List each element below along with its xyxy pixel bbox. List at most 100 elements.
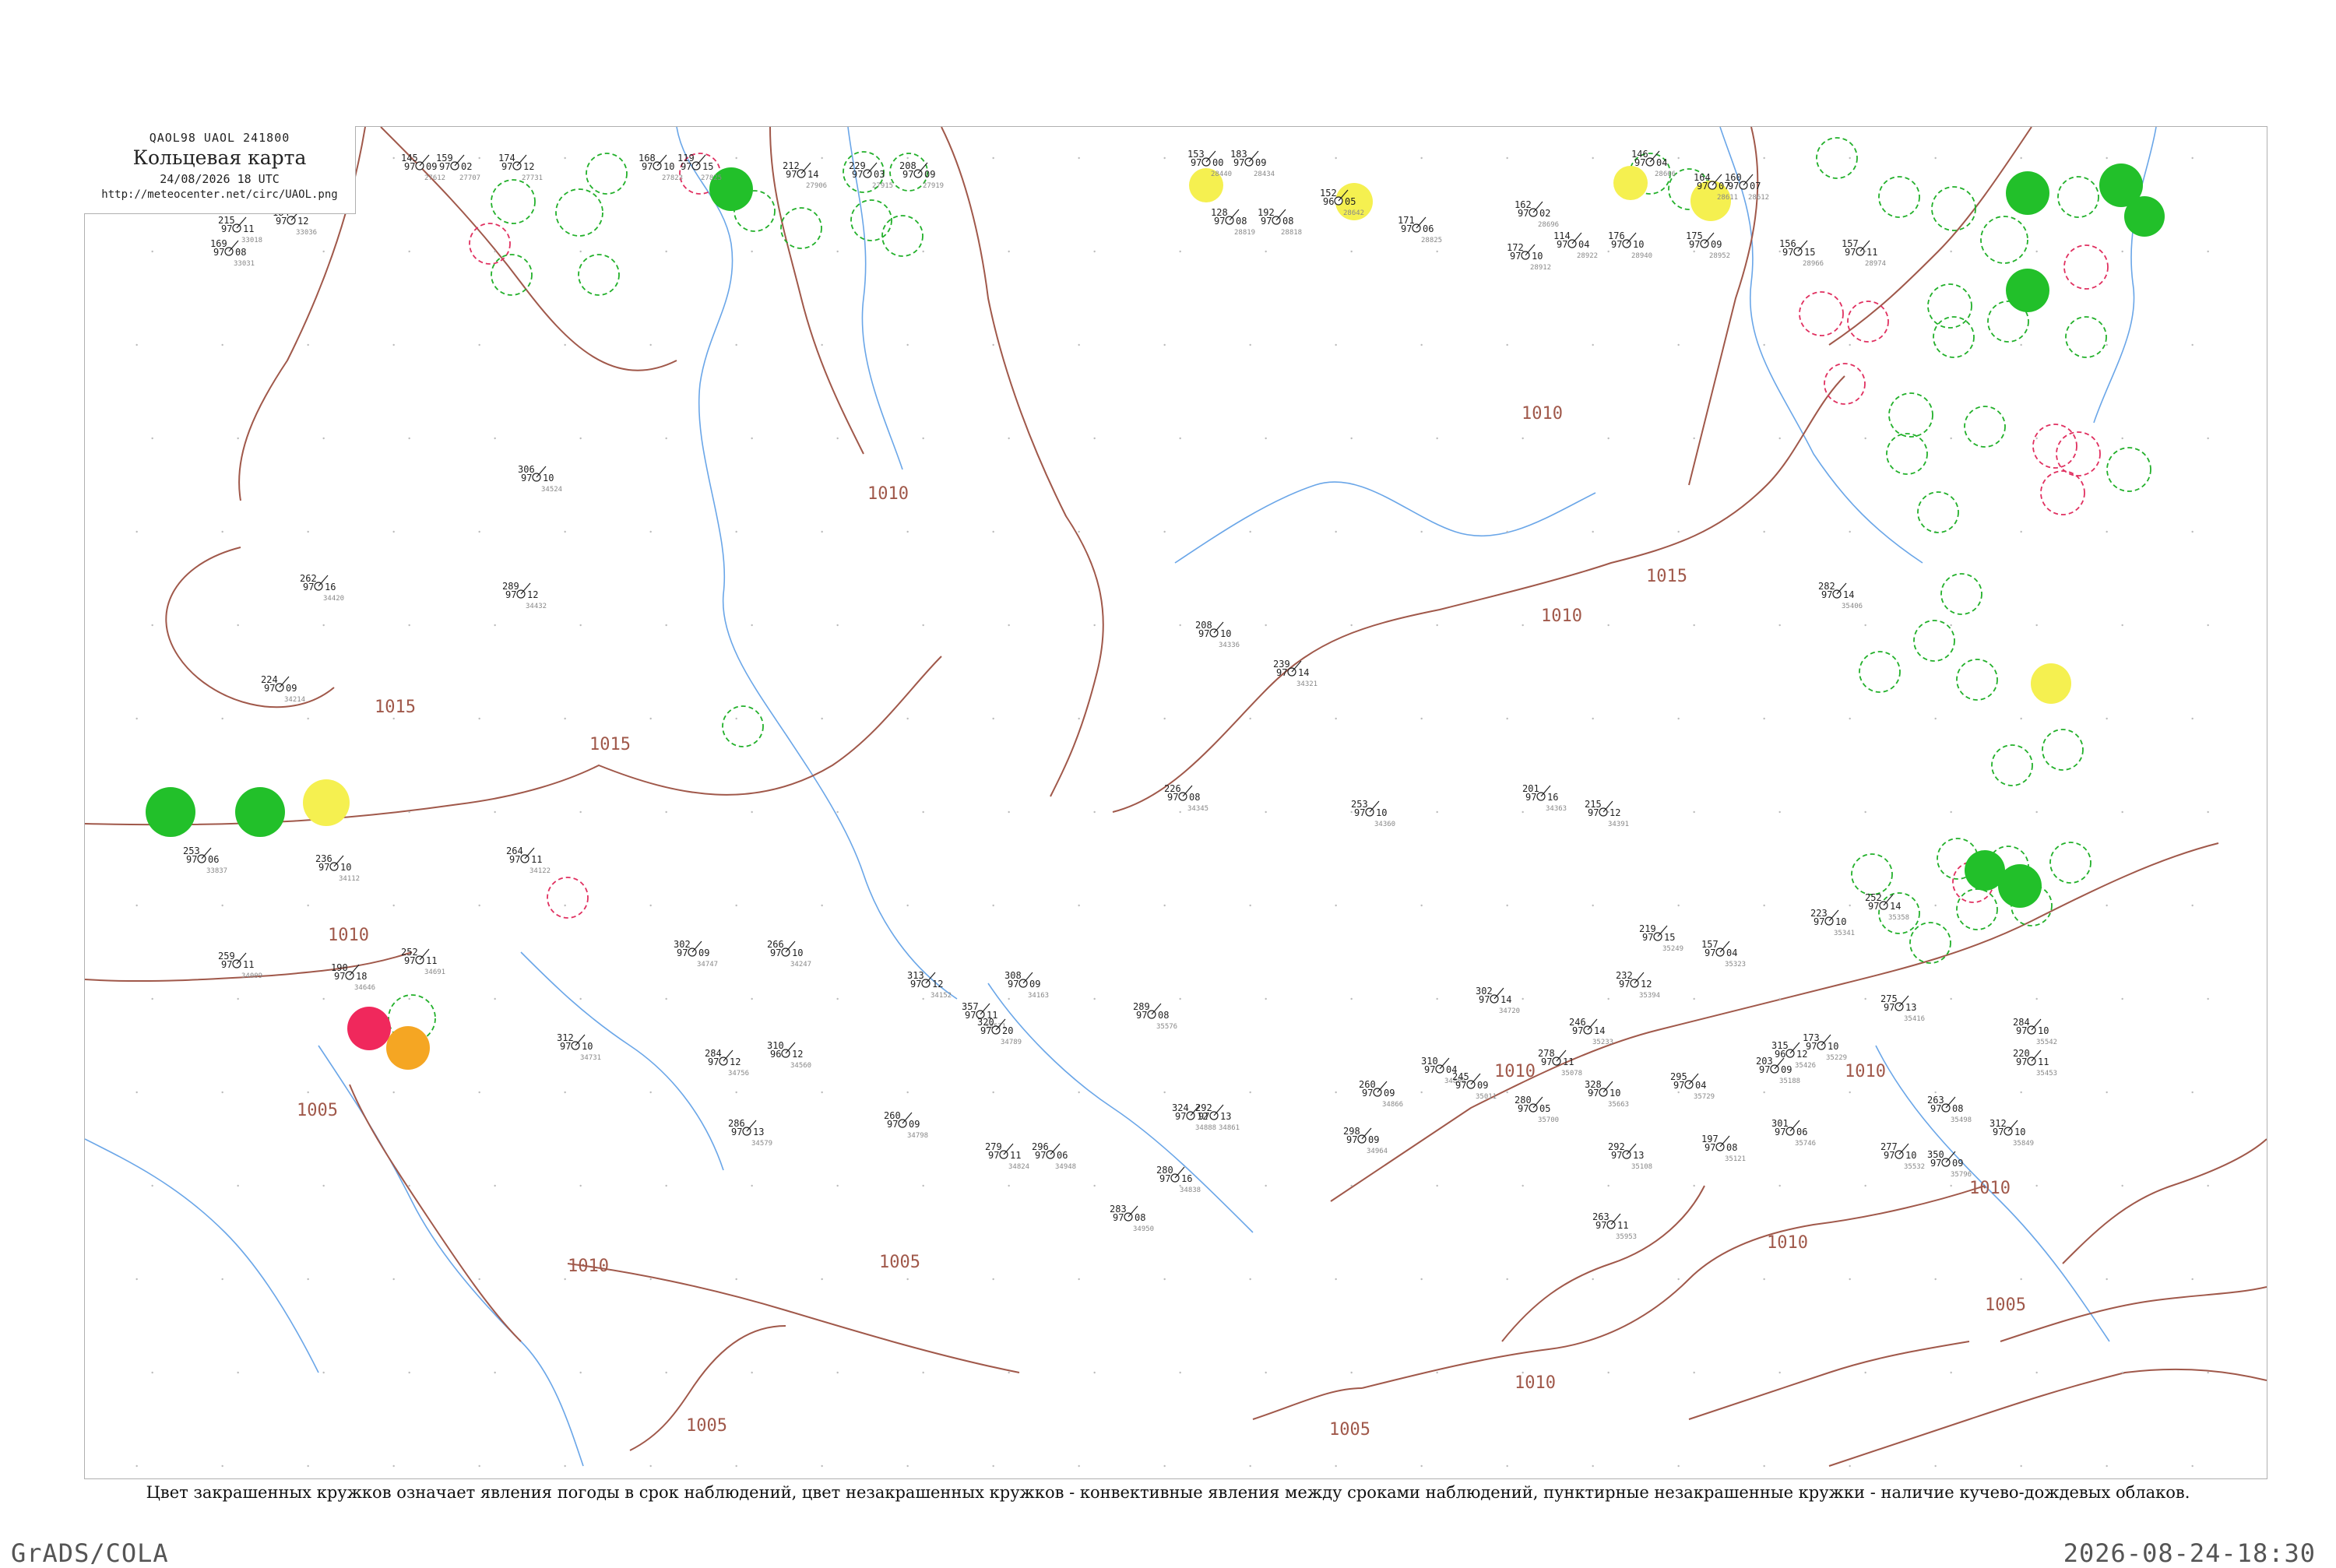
grid-dot — [649, 1464, 652, 1468]
isobar-label-iso-1010-j: 1010 — [1969, 1179, 2011, 1198]
grid-dot — [322, 1371, 325, 1374]
grid-dot — [1778, 810, 1781, 814]
tendency-value: 10 — [340, 862, 351, 873]
grid-dot — [1677, 156, 1680, 160]
grid-dot — [2191, 904, 2194, 907]
grid-dot — [2035, 1371, 2038, 1374]
station-code: 35542 — [2036, 1039, 2057, 1046]
cb-cloud-ring — [1816, 137, 1858, 179]
tendency-value: 08 — [1282, 216, 1293, 227]
temperature-value: 97 — [852, 169, 863, 180]
grid-dot — [2121, 437, 2123, 440]
station-plot: 20897 0927919 — [899, 160, 944, 190]
tendency-value: 06 — [208, 854, 219, 865]
tendency-value: 09 — [698, 947, 709, 958]
grid-dot — [836, 810, 839, 814]
grid-dot — [992, 156, 994, 160]
temperature-value: 97 — [221, 223, 232, 234]
station-code: 34247 — [790, 961, 811, 969]
grid-dot — [751, 1184, 753, 1187]
river — [1174, 481, 1596, 564]
grid-dot — [1864, 624, 1866, 627]
station-plot: 26497 1134122 — [506, 846, 551, 875]
grid-dot — [1436, 437, 1438, 440]
station-code: 34112 — [339, 875, 360, 883]
grid-dot — [821, 1091, 823, 1094]
river — [785, 733, 958, 1000]
isobar-label-iso-1015-c: 1015 — [1646, 567, 1687, 586]
station-code: 35108 — [1631, 1163, 1652, 1171]
isobar — [1828, 127, 2032, 346]
grid-dot — [1950, 997, 1952, 1000]
isobar-label-iso-1015-a: 1015 — [375, 698, 416, 717]
grid-dot — [836, 624, 839, 627]
grid-dot — [392, 156, 395, 160]
grid-dot — [579, 997, 582, 1000]
tendency-value: 10 — [1376, 807, 1387, 818]
station-code: 34798 — [907, 1132, 928, 1140]
grid-dot — [2035, 810, 2038, 814]
grid-dot — [751, 437, 753, 440]
station-code: 28940 — [1631, 252, 1652, 260]
station-plot: 11497 0428922 — [1553, 230, 1598, 260]
tendency-value: 11 — [531, 854, 542, 865]
tendency-value: 14 — [1843, 589, 1854, 600]
grid-dot — [579, 810, 582, 814]
tendency-value: 10 — [1633, 239, 1644, 250]
grid-dot — [478, 343, 480, 346]
grid-dot — [494, 810, 496, 814]
grid-dot — [1008, 624, 1010, 627]
grid-dot — [1677, 343, 1680, 346]
temperature-value: 97 — [681, 161, 691, 172]
grid-dot — [1436, 250, 1438, 253]
grid-dot — [1522, 810, 1524, 814]
station-plot: 32097 2034789 — [977, 1017, 1022, 1046]
tendency-value: 14 — [1594, 1025, 1605, 1036]
station-plot: 21997 1535249 — [1639, 923, 1683, 953]
haze-weather-circle — [303, 779, 350, 826]
temperature-value: 97 — [1198, 628, 1209, 639]
temperature-value: 97 — [501, 161, 512, 172]
grid-dot — [564, 1091, 566, 1094]
isobar — [1112, 375, 1845, 813]
cb-cloud-ring — [1980, 216, 2028, 264]
grid-dot — [1265, 810, 1267, 814]
station-plot: 23997 1434321 — [1273, 659, 1318, 688]
temperature-value: 97 — [988, 1150, 999, 1161]
grid-dot — [836, 1371, 839, 1374]
grid-dot — [906, 1278, 909, 1281]
grid-dot — [821, 530, 823, 533]
cb-cloud-ring — [547, 877, 589, 919]
tendency-value: 08 — [1236, 216, 1247, 227]
station-code: 27612 — [424, 174, 445, 182]
station-plot: 26697 1034247 — [767, 939, 811, 969]
temperature-value: 97 — [1588, 807, 1599, 818]
grid-dot — [1950, 810, 1952, 814]
station-plot: 26397 0835498 — [1927, 1095, 1972, 1124]
tendency-value: 10 — [1905, 1150, 1916, 1161]
isobar-label-iso-1010-d: 1010 — [328, 926, 369, 945]
grid-dot — [494, 624, 496, 627]
grid-dot — [1592, 717, 1594, 720]
grid-dot — [1864, 997, 1866, 1000]
grid-dot — [836, 1184, 839, 1187]
grid-dot — [408, 624, 410, 627]
grid-dot — [392, 717, 395, 720]
grid-dot — [906, 1464, 909, 1468]
temperature-value: 97 — [1611, 239, 1622, 250]
tendency-value: 12 — [523, 161, 534, 172]
temperature-value: 97 — [1728, 181, 1739, 192]
grid-dot — [151, 1371, 153, 1374]
grid-dot — [649, 717, 652, 720]
grid-dot — [922, 810, 924, 814]
cb-cloud-ring — [1927, 283, 1972, 329]
grid-dot — [735, 717, 737, 720]
grid-dot — [564, 156, 566, 160]
station-code: 34646 — [354, 984, 375, 992]
grid-dot — [307, 717, 309, 720]
isobar — [85, 656, 942, 826]
grid-dot — [1436, 1371, 1438, 1374]
grid-dot — [649, 1278, 652, 1281]
tendency-value: 09 — [1952, 1158, 1963, 1169]
cb-cloud-ring — [1909, 922, 1951, 964]
